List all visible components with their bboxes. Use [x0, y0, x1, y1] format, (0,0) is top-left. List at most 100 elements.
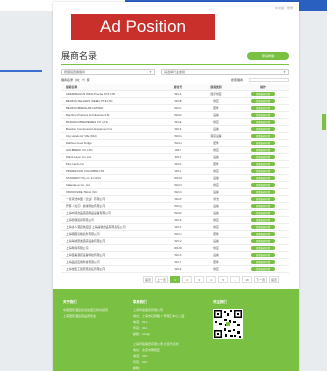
footer-contact-line: 地址：上海市虹桥路 1 号港汇中心二座 [133, 314, 185, 318]
view-details-button[interactable]: 查看展商详情 [251, 169, 275, 173]
booth-number: W3-I [175, 148, 181, 152]
exhibitor-name[interactable]: BEIJING SELLERS (SEEK) PTE LTD [61, 99, 161, 103]
view-details-button[interactable]: 查看展商详情 [251, 92, 275, 96]
action-cell: 查看展商详情 [237, 99, 289, 103]
booth-number: W3-Y [174, 260, 182, 264]
page-button[interactable]: 18 [242, 276, 253, 283]
exhibitor-name[interactable]: 上海中润食品酒店用品设备有限公司 [61, 211, 161, 215]
view-details-button[interactable]: 查看展商详情 [251, 127, 275, 131]
category-filter-value: 请选择行业类别 [164, 70, 186, 74]
view-details-button[interactable]: 查看展商详情 [251, 176, 275, 180]
view-details-button[interactable]: 查看展商详情 [251, 134, 275, 138]
action-cell: 查看展商详情 [237, 253, 289, 257]
view-details-button[interactable]: 查看展商详情 [251, 162, 275, 166]
exhibitor-name[interactable]: 上海韩国高端商务有限公司 [61, 232, 161, 236]
exhibitor-name[interactable]: 上海品途应用科技有限公司 [61, 260, 161, 264]
view-details-button[interactable]: 查看展商详情 [251, 99, 275, 103]
exhibitor-category: 设备 [213, 211, 219, 215]
exhibitor-name[interactable]: VROOKSIDE TECH. INC [61, 190, 161, 194]
exhibitor-name[interactable]: 上海智联贸易有限公司 [61, 218, 161, 222]
exhibitor-name[interactable]: HOLIBREW CO.,LTD. [61, 148, 161, 152]
view-details-button[interactable]: 查看展商详情 [251, 204, 275, 208]
view-details-button[interactable]: 查看展商详情 [251, 148, 275, 152]
exhibitor-name[interactable]: 上海佳美酒店设备科技有限公司 [61, 253, 161, 257]
booth-number: W3-O [174, 190, 182, 194]
view-details-button[interactable]: 查看展商详情 [251, 267, 275, 271]
view-details-button[interactable]: 查看展商详情 [251, 246, 275, 250]
exhibitor-name[interactable]: BANGRAI BREWERIES CO.,LTD. [61, 120, 161, 124]
page-button[interactable]: ... [230, 276, 241, 283]
view-details-button[interactable]: 查看展商详情 [251, 260, 275, 264]
page-button[interactable]: 5 [218, 276, 229, 283]
booth-number: W3-Z [174, 267, 182, 271]
footer-contact-line: 传真：021- [133, 326, 149, 330]
chevron-down-icon: ▼ [149, 70, 152, 74]
footer-follow: 关注我们 [213, 299, 227, 308]
view-details-button[interactable]: 查看展商详情 [251, 155, 275, 159]
category-filter-select[interactable]: 请选择行业类别 ▼ [161, 69, 289, 75]
view-details-button[interactable]: 查看展商详情 [251, 120, 275, 124]
page-button[interactable]: 4 [206, 276, 217, 283]
footer-about-link[interactable]: 中国国际酒店投资加盟及特许经营 [63, 308, 108, 312]
page-button[interactable]: 上一页 [155, 276, 169, 283]
exhibitor-category: 配件 [213, 106, 219, 110]
footer-about-link[interactable]: 上海国际酒店用品博览会 [63, 314, 108, 318]
table-row: 上海科缘有限公司 W3-W 供应 查看展商详情 [61, 245, 289, 252]
view-details-button[interactable]: 查看展商详情 [251, 190, 275, 194]
booth-number: W3-U [174, 232, 182, 236]
exhibitor-name[interactable]: Plus Lardo Inc [61, 162, 161, 166]
view-details-button[interactable]: 查看展商详情 [251, 211, 275, 215]
top-links[interactable]: 中文版 · 登录 [275, 6, 293, 10]
exhibitor-name[interactable]: PRIMEFOOD COLOMBIA LTD. [61, 169, 161, 173]
view-details-button[interactable]: 查看展商详情 [251, 239, 275, 243]
exhibitor-name[interactable]: BEIJING BREWLAB LIMITED [61, 106, 161, 110]
page-button[interactable]: 首页 [143, 276, 154, 283]
view-details-button[interactable]: 查看展商详情 [251, 197, 275, 201]
page-button[interactable]: 3 [194, 276, 205, 283]
exhibitor-name[interactable]: 上海科缘有限公司 [61, 246, 161, 250]
exhibitor-name[interactable]: Bowdon Compressors Equipment Inc [61, 127, 161, 131]
view-details-button[interactable]: 查看展商详情 [251, 106, 275, 110]
action-cell: 查看展商详情 [237, 141, 289, 145]
exhibitor-name[interactable]: STANDECT Pty co.,lmt AUS [61, 176, 161, 180]
exhibitor-name[interactable]: Bamboo Products & Industries A.M [61, 113, 161, 117]
header-booth: 展位号 [173, 85, 183, 89]
exhibitor-category: 供应 [213, 218, 219, 222]
exhibitor-name[interactable]: SalleriaLoc Co.,Ltd. [61, 183, 161, 187]
exhibitor-name[interactable]: City Hotels Air Ville (MH) [61, 134, 161, 138]
apply-exhibit-button[interactable]: 申请参展 [247, 52, 289, 60]
booth-number: W3-B [174, 99, 182, 103]
footer-contact-line: 电话：010- [133, 354, 149, 358]
page-button-current[interactable]: 1 [170, 276, 181, 283]
view-details-button[interactable]: 查看展商详情 [251, 232, 275, 236]
pagination: 首页 上一页 1 2 3 4 5... 18 下一页 尾页 [143, 276, 280, 283]
view-details-button[interactable]: 查看展商详情 [251, 141, 275, 145]
exhibitor-name[interactable]: 上海达人酒店供应链 上海晶锐食品有限责任公司 [61, 225, 161, 229]
exhibitor-name[interactable]: ADEPARAGUS INDIA Precise PVT.LTD [61, 92, 161, 96]
view-details-button[interactable]: 查看展商详情 [251, 225, 275, 229]
booth-number: W3-X [174, 253, 182, 257]
page-button[interactable]: 2 [182, 276, 193, 283]
page-button[interactable]: 尾页 [269, 276, 280, 283]
search-input[interactable] [249, 78, 289, 82]
page-button[interactable]: 下一页 [254, 276, 268, 283]
exhibitor-name[interactable]: 开辉（北京）健康科技有限公司 [61, 204, 161, 208]
footer-contact-line: 上海华铭展览有限公司 北京代表处 [133, 342, 179, 346]
action-cell: 查看展商详情 [237, 148, 289, 152]
exhibitor-name[interactable]: 上海海鲜研发酒店设备有限公司 [61, 239, 161, 243]
exhibitor-name[interactable]: Pfand Layer Co.,Ltd. [61, 155, 161, 159]
booth-number: W3-L [174, 169, 182, 173]
view-details-button[interactable]: 查看展商详情 [251, 113, 275, 117]
green-side-tab[interactable] [322, 114, 326, 130]
exhibitor-name[interactable]: 上海金臣工贸有限责任有限公司 [61, 267, 161, 271]
exhibitor-name[interactable]: Dahhou Food Fridge [61, 141, 161, 145]
footer-contact: 联系我们 上海华铭展览有限公司 地址：上海市虹桥路 1 号港汇中心二座 电话：021… [133, 299, 184, 371]
hall-filter-select[interactable]: 按展馆查看展商 ▼ [61, 69, 155, 75]
view-details-button[interactable]: 查看展商详情 [251, 218, 275, 222]
view-details-button[interactable]: 查看展商详情 [251, 183, 275, 187]
exhibitor-category: 设备 [213, 204, 219, 208]
table-body: ADEPARAGUS INDIA Precise PVT.LTD W3-A 展示供应… [61, 91, 289, 273]
view-details-button[interactable]: 查看展商详情 [251, 253, 275, 257]
exhibitor-name[interactable]: 一意清洁中国（企业）有限公司 [61, 197, 161, 201]
ad-position-banner[interactable]: Ad Position [71, 14, 215, 40]
